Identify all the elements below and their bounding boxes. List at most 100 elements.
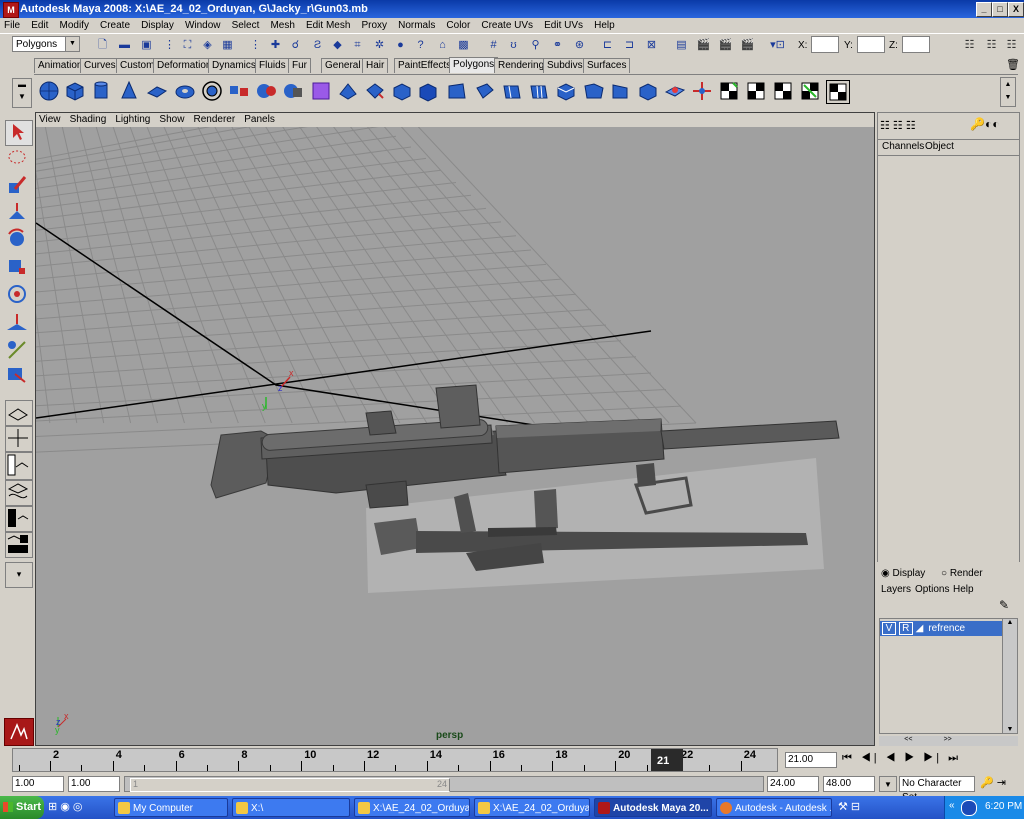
taskbar-item-maya[interactable]: Autodesk Maya 20... (594, 798, 712, 817)
ipr-render-icon[interactable]: 🎬 (718, 38, 733, 52)
checker-uv-3-icon[interactable] (772, 80, 794, 102)
offset-edge-loop-icon[interactable] (528, 80, 550, 102)
viewport-menu-show[interactable]: Show (156, 113, 187, 127)
end-time-field[interactable]: 48.00 (823, 776, 875, 792)
playback-start-field[interactable]: 1.00 (68, 776, 120, 792)
smooth-icon[interactable] (337, 80, 359, 102)
tab-surfaces[interactable]: Surfaces (583, 58, 631, 73)
channel-box-options-icons[interactable]: 🔑◐◐ (970, 117, 999, 131)
tab-polygons[interactable]: Polygons (449, 57, 499, 73)
viewport-scene[interactable]: x z y x z y persp (36, 113, 874, 745)
menu-color[interactable]: Color (442, 18, 474, 33)
reduce-icon[interactable] (637, 80, 659, 102)
boolean-icon[interactable] (282, 80, 304, 102)
layer-visibility-toggle[interactable]: V (882, 622, 896, 635)
tab-rendering[interactable]: Rendering (494, 58, 549, 73)
tray-network-icon[interactable] (961, 800, 977, 816)
layer-display-type-toggle[interactable]: R (898, 622, 913, 635)
paint-select-tool-icon[interactable] (5, 175, 31, 199)
tab-subdivs[interactable]: Subdivs (543, 58, 587, 73)
input-ops-icon[interactable]: ⊏ (600, 38, 615, 52)
quick-launch-icons[interactable]: ⊞ ◉ ◎ (48, 800, 83, 813)
x-field[interactable] (811, 36, 839, 53)
planar-mapping-icon[interactable] (664, 80, 686, 102)
menu-modify[interactable]: Modify (55, 18, 92, 33)
display-radio[interactable]: ◉ Display (881, 568, 925, 579)
poly-torus-icon[interactable] (174, 80, 196, 102)
menu-edit[interactable]: Edit (27, 18, 52, 33)
lock-selection-icon[interactable]: ⌂ (435, 38, 450, 52)
maya-app-icon[interactable]: M (3, 2, 19, 18)
output-ops-icon[interactable]: ⊐ (622, 38, 637, 52)
menu-edit-uvs[interactable]: Edit UVs (540, 18, 587, 33)
layer-scrollbar[interactable]: ▲ ▼ (1002, 619, 1017, 733)
range-slider-handle[interactable]: 1 24 (130, 778, 450, 792)
select-deformations-icon[interactable]: ⌗ (350, 38, 365, 52)
y-field[interactable] (857, 36, 885, 53)
input-mode-dropdown-icon[interactable]: ▾⊡ (770, 38, 785, 52)
menu-create-uvs[interactable]: Create UVs (477, 18, 537, 33)
tab-painteffects[interactable]: PaintEffects (394, 58, 456, 73)
select-component-icon[interactable]: ▦ (220, 38, 235, 52)
rotate-tool-icon[interactable] (5, 228, 31, 252)
move-tool-icon[interactable] (5, 201, 31, 225)
separate-icon[interactable] (256, 80, 278, 102)
select-object-icon[interactable]: ◈ (200, 38, 215, 52)
extrude-icon[interactable] (391, 80, 413, 102)
help-menu[interactable]: Help (953, 584, 974, 595)
viewport-menu-shading[interactable]: Shading (67, 113, 110, 127)
persp-hypershade-layout-icon[interactable] (5, 532, 33, 558)
select-misc-icon[interactable]: ? (413, 38, 428, 52)
construction-history-icon[interactable]: ⊠ (644, 38, 659, 52)
smooth-proxy-icon[interactable] (310, 80, 332, 102)
tab-fluids[interactable]: Fluids (255, 58, 290, 73)
save-scene-icon[interactable]: ▣ (139, 38, 154, 52)
poly-plane-icon[interactable] (146, 80, 168, 102)
poly-sphere-icon[interactable] (38, 80, 60, 102)
layers-menu[interactable]: Layers (881, 584, 911, 595)
menu-file[interactable]: File (0, 18, 24, 33)
show-manipulator-icon[interactable] (5, 338, 31, 362)
taskbar-item-my-computer[interactable]: My Computer (114, 798, 228, 817)
tool-settings-icon[interactable]: ☷ (984, 38, 999, 52)
checker-uv-4-icon[interactable] (799, 80, 821, 102)
menu-create[interactable]: Create (96, 18, 134, 33)
lasso-tool-icon[interactable] (5, 148, 31, 172)
select-tool-icon[interactable] (5, 120, 33, 146)
menu-help[interactable]: Help (590, 18, 619, 33)
menu-proxy[interactable]: Proxy (357, 18, 391, 33)
open-scene-icon[interactable]: ▬ (117, 38, 132, 52)
soft-modification-icon[interactable] (5, 312, 31, 336)
menu-normals[interactable]: Normals (394, 18, 439, 33)
select-rendering-icon[interactable]: ● (393, 38, 408, 52)
select-hierarchy-icon[interactable]: ⛶ (180, 38, 195, 52)
collapse-icon[interactable] (610, 80, 632, 102)
append-polygon-icon[interactable] (446, 80, 468, 102)
layer-list[interactable]: V R ◢ refrence ▲ ▼ (879, 618, 1018, 734)
taskbar-item-folder-2[interactable]: X:\AE_24_02_Orduya... (474, 798, 590, 817)
taskbar-item-x-drive[interactable]: X:\ (232, 798, 350, 817)
current-frame-marker[interactable]: 21 (651, 749, 683, 771)
new-scene-icon[interactable]: 🗋 (95, 38, 110, 52)
current-time-field[interactable]: 21.00 (785, 752, 837, 768)
select-joints-icon[interactable]: ☌ (288, 38, 303, 52)
menu-set-dropdown[interactable]: Polygons ▼ (12, 36, 80, 52)
channel-box-content[interactable] (878, 155, 1019, 562)
channel-box-tab-object[interactable]: Object (925, 141, 954, 152)
single-perspective-layout-icon[interactable] (5, 400, 33, 426)
four-view-layout-icon[interactable] (5, 426, 33, 452)
poly-cone-icon[interactable] (118, 80, 140, 102)
tab-general[interactable]: General (321, 58, 365, 73)
start-time-field[interactable]: 1.00 (12, 776, 64, 792)
select-handles-icon[interactable]: ✚ (268, 38, 283, 52)
menu-mesh[interactable]: Mesh (266, 18, 298, 33)
menu-window[interactable]: Window (181, 18, 225, 33)
start-button[interactable]: Start (0, 796, 44, 819)
layer-row-refrence[interactable]: V R ◢ refrence (880, 621, 1002, 636)
tab-animation[interactable]: Animation (34, 58, 87, 73)
shelf-scroll-arrows[interactable]: ▲ ▼ (1000, 77, 1016, 107)
poly-cylinder-icon[interactable] (90, 80, 112, 102)
select-surfaces-icon[interactable]: ◆ (330, 38, 345, 52)
menu-select[interactable]: Select (228, 18, 264, 33)
channel-box-mode-icons[interactable]: ☷ ☷ ☷ (880, 119, 916, 132)
